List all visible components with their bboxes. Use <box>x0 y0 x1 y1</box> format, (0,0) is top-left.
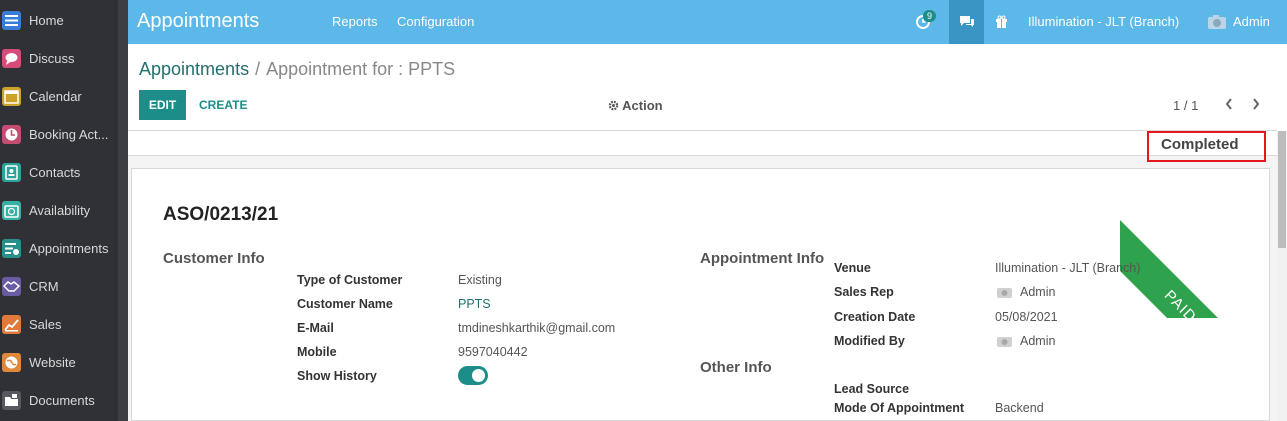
record-name: ASO/0213/21 <box>163 204 279 225</box>
paid-ribbon: PAID <box>1120 168 1270 318</box>
gift-icon <box>995 15 1007 28</box>
sidebar-item-documents[interactable]: Documents <box>0 381 118 419</box>
sales-rep-name: Admin <box>1020 285 1056 299</box>
availability-icon <box>2 200 21 220</box>
email-value: tmdineshkarthik@gmail.com <box>458 321 616 335</box>
messaging-button[interactable] <box>949 0 984 44</box>
action-label: Action <box>622 98 663 113</box>
menu-reports[interactable]: Reports <box>332 14 378 29</box>
create-button[interactable]: CREATE <box>199 90 247 120</box>
user-avatar[interactable] <box>1205 0 1229 44</box>
other-info-title: Other Info <box>700 359 772 376</box>
handshake-icon <box>2 276 21 296</box>
chat-icon <box>2 48 21 68</box>
sidebar-item-label: Availability <box>29 202 91 218</box>
venue-value: Illumination - JLT (Branch) <box>995 261 1141 275</box>
globe-icon <box>2 352 21 372</box>
menu-configuration[interactable]: Configuration <box>397 14 474 29</box>
pager-previous-button[interactable] <box>1221 94 1237 114</box>
sidebar-item-label: Discuss <box>29 50 75 66</box>
sidebar-item-label: Home <box>29 12 64 28</box>
email-label: E-Mail <box>297 321 334 335</box>
contacts-icon <box>2 162 21 182</box>
user-avatar-icon <box>997 288 1012 298</box>
venue-label: Venue <box>834 261 871 275</box>
modified-by-name: Admin <box>1020 334 1056 348</box>
sidebar-item-discuss[interactable]: Discuss <box>0 39 118 77</box>
sales-rep-value[interactable]: Admin <box>997 285 1055 299</box>
company-switcher[interactable]: Illumination - JLT (Branch) <box>1028 14 1179 29</box>
sidebar-scrollbar[interactable] <box>118 0 128 421</box>
sidebar-item-home[interactable]: Home <box>0 1 118 39</box>
pager-value[interactable]: 1 / 1 <box>1173 98 1198 113</box>
app-title[interactable]: Appointments <box>137 10 259 33</box>
type-of-customer-label: Type of Customer <box>297 273 403 287</box>
appointment-info-title: Appointment Info <box>700 250 825 267</box>
documents-icon <box>2 390 21 410</box>
sidebar-item-crm[interactable]: CRM <box>0 267 118 305</box>
sidebar-item-label: CRM <box>29 278 59 294</box>
lead-source-label: Lead Source <box>834 382 910 396</box>
chat-bubbles-icon <box>959 16 974 27</box>
toggle-knob <box>472 369 485 382</box>
home-icon <box>2 10 21 30</box>
activity-button[interactable]: 9 <box>905 0 941 44</box>
type-of-customer-value: Existing <box>458 273 502 287</box>
form-sheet <box>131 168 1270 421</box>
breadcrumb-parent[interactable]: Appointments <box>139 59 249 79</box>
booking-icon <box>2 124 21 144</box>
appointments-icon <box>2 238 21 258</box>
sales-chart-icon <box>2 314 21 334</box>
sidebar-item-contacts[interactable]: Contacts <box>0 153 118 191</box>
customer-info-title: Customer Info <box>163 250 265 267</box>
customer-name-link[interactable]: PPTS <box>458 297 491 311</box>
sidebar-item-label: Documents <box>29 392 95 408</box>
sidebar-item-availability[interactable]: Availability <box>0 191 118 229</box>
sidebar-item-calendar[interactable]: Calendar <box>0 77 118 115</box>
sidebar-item-booking-act[interactable]: Booking Act... <box>0 115 118 153</box>
sidebar-item-label: Calendar <box>29 88 82 104</box>
user-avatar-icon <box>997 337 1012 347</box>
sales-rep-label: Sales Rep <box>834 285 894 299</box>
form-scrollbar-thumb[interactable] <box>1278 131 1286 248</box>
sidebar-item-appointments[interactable]: Appointments <box>0 229 118 267</box>
paid-ribbon-label: PAID <box>1120 212 1270 318</box>
status-completed[interactable]: Completed <box>1147 131 1266 162</box>
sidebar-item-label: Sales <box>29 316 62 332</box>
pager-next-button[interactable] <box>1248 94 1264 114</box>
sidebar-item-label: Contacts <box>29 164 81 180</box>
control-panel-divider <box>128 130 1277 131</box>
gear-icon <box>608 100 619 111</box>
creation-date-label: Creation Date <box>834 310 916 324</box>
avatar-camera-icon <box>1208 15 1226 29</box>
breadcrumb: Appointments / Appointment for : PPTS <box>139 59 455 80</box>
chevron-left-icon <box>1225 98 1232 110</box>
breadcrumb-separator: / <box>255 59 261 79</box>
top-navbar: Appointments Reports Configuration 9 Ill… <box>128 0 1287 44</box>
sidebar-item-website[interactable]: Website <box>0 343 118 381</box>
creation-date-value: 05/08/2021 <box>995 310 1058 324</box>
mode-of-appointment-label: Mode Of Appointment <box>834 401 965 415</box>
modified-by-label: Modified By <box>834 334 905 348</box>
activity-count-badge: 9 <box>923 10 937 22</box>
gift-button[interactable] <box>990 0 1012 44</box>
show-history-label: Show History <box>297 369 377 383</box>
customer-name-label: Customer Name <box>297 297 393 311</box>
sidebar-item-label: Website <box>29 354 76 370</box>
calendar-icon <box>2 86 21 106</box>
chevron-right-icon <box>1253 98 1260 110</box>
mobile-value: 9597040442 <box>458 345 528 359</box>
edit-button[interactable]: EDIT <box>139 90 186 120</box>
modified-by-value[interactable]: Admin <box>997 334 1055 348</box>
sidebar-item-sales[interactable]: Sales <box>0 305 118 343</box>
show-history-toggle[interactable] <box>458 366 488 385</box>
user-menu[interactable]: Admin <box>1233 14 1270 29</box>
mobile-label: Mobile <box>297 345 337 359</box>
action-menu[interactable]: Action <box>608 98 663 113</box>
sidebar-item-label: Booking Act... <box>29 126 109 142</box>
breadcrumb-current: Appointment for : PPTS <box>266 59 456 79</box>
sidebar-item-label: Appointments <box>29 240 109 256</box>
mode-of-appointment-value: Backend <box>995 401 1044 415</box>
